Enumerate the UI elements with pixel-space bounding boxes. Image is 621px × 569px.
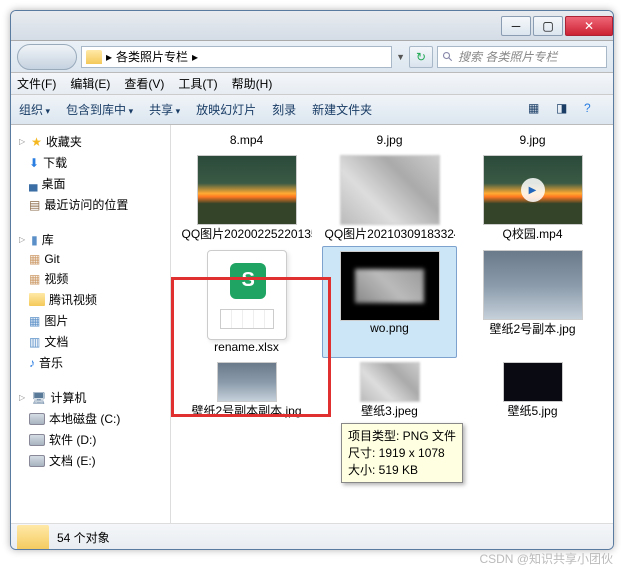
history-dropdown[interactable]: ▼ (396, 52, 405, 62)
sidebar-item-downloads[interactable]: ⬇下载 (11, 152, 170, 173)
sidebar-item-documents[interactable]: ▥文档 (11, 331, 170, 352)
file-item[interactable]: 壁纸2号副本.jpg (465, 246, 600, 358)
share-button[interactable]: 共享 (149, 101, 180, 118)
menubar: 文件(F) 编辑(E) 查看(V) 工具(T) 帮助(H) (11, 73, 613, 95)
organize-button[interactable]: 组织 (19, 101, 50, 118)
file-item[interactable]: 壁纸2号副本副本.jpg (179, 358, 314, 423)
sidebar-computer[interactable]: 🖥计算机 (11, 387, 170, 408)
thumbnail (340, 251, 440, 321)
sidebar: ★收藏夹 ⬇下载 ▄桌面 ▤最近访问的位置 ▮库 ▦Git ▦视频 腾讯视频 ▦… (11, 125, 171, 523)
tooltip-type: 项目类型: PNG 文件 (348, 428, 456, 445)
file-item[interactable]: 壁纸3.jpeg (322, 358, 457, 423)
menu-help[interactable]: 帮助(H) (232, 75, 273, 92)
drive-icon (29, 434, 45, 446)
file-item-wo-png[interactable]: wo.png (322, 246, 457, 358)
slideshow-button[interactable]: 放映幻灯片 (196, 101, 256, 118)
sidebar-libraries[interactable]: ▮库 (11, 229, 170, 250)
menu-view[interactable]: 查看(V) (124, 75, 164, 92)
file-item[interactable]: 8.mp4 (179, 129, 314, 151)
video-icon: ▦ (29, 272, 40, 286)
tooltip-size: 大小: 519 KB (348, 462, 456, 479)
breadcrumb-sep: ▸ (106, 50, 112, 64)
refresh-button[interactable]: ↻ (409, 46, 433, 68)
search-icon (442, 51, 454, 63)
thumbnail (197, 155, 297, 225)
file-item[interactable]: 9.jpg (322, 129, 457, 151)
minimize-button[interactable]: ─ (501, 16, 531, 36)
new-folder-button[interactable]: 新建文件夹 (312, 101, 372, 118)
file-item[interactable]: Q校园.mp4 (465, 151, 600, 246)
download-icon: ⬇ (29, 156, 39, 170)
include-button[interactable]: 包含到库中 (66, 101, 133, 118)
star-icon: ★ (31, 135, 42, 149)
thumbnail (503, 362, 563, 402)
file-item[interactable]: QQ图片20200225220135.jpg (179, 151, 314, 246)
sidebar-drive-c[interactable]: 本地磁盘 (C:) (11, 408, 170, 429)
menu-edit[interactable]: 编辑(E) (70, 75, 110, 92)
drive-icon (29, 413, 45, 425)
folder-icon (29, 293, 45, 306)
thumbnail (360, 362, 420, 402)
sidebar-item-recent[interactable]: ▤最近访问的位置 (11, 194, 170, 215)
menu-file[interactable]: 文件(F) (17, 75, 56, 92)
titlebar[interactable]: ─ ▢ ✕ (11, 11, 613, 41)
tooltip-dimensions: 尺寸: 1919 x 1078 (348, 445, 456, 462)
status-bar: 54 个对象 (11, 523, 613, 550)
documents-icon: ▥ (29, 335, 40, 349)
sidebar-item-music[interactable]: ♪音乐 (11, 352, 170, 373)
nav-back-forward[interactable] (17, 44, 77, 70)
menu-tools[interactable]: 工具(T) (178, 75, 217, 92)
search-placeholder: 搜索 各类照片专栏 (458, 48, 557, 65)
thumbnail (483, 250, 583, 320)
address-bar: ▸ 各类照片专栏 ▸ ▼ ↻ 搜索 各类照片专栏 (11, 41, 613, 73)
breadcrumb[interactable]: ▸ 各类照片专栏 ▸ (81, 46, 392, 68)
file-pane[interactable]: 8.mp4 9.jpg 9.jpg QQ图片20200225220135.jpg… (171, 125, 613, 523)
file-item[interactable]: QQ图片20210309183324.jpg (322, 151, 457, 246)
toolbar: 组织 包含到库中 共享 放映幻灯片 刻录 新建文件夹 ▦ ◨ ? (11, 95, 613, 125)
sidebar-item-pictures[interactable]: ▦图片 (11, 310, 170, 331)
sidebar-item-videos[interactable]: ▦视频 (11, 268, 170, 289)
thumbnail (217, 362, 277, 402)
sidebar-favorites[interactable]: ★收藏夹 (11, 131, 170, 152)
pictures-icon: ▦ (29, 314, 40, 328)
library-icon: ▮ (31, 233, 38, 247)
close-button[interactable]: ✕ (565, 16, 613, 36)
recent-icon: ▤ (29, 198, 40, 212)
file-item-rename-xlsx[interactable]: rename.xlsx (179, 246, 314, 358)
burn-button[interactable]: 刻录 (272, 101, 296, 118)
xlsx-icon (207, 250, 287, 340)
breadcrumb-folder[interactable]: 各类照片专栏 (116, 48, 188, 65)
breadcrumb-sep: ▸ (192, 50, 198, 64)
folder-icon (86, 50, 102, 64)
sidebar-item-git[interactable]: ▦Git (11, 250, 170, 268)
help-icon[interactable]: ? (583, 100, 605, 120)
music-icon: ♪ (29, 356, 35, 370)
content-area: ★收藏夹 ⬇下载 ▄桌面 ▤最近访问的位置 ▮库 ▦Git ▦视频 腾讯视频 ▦… (11, 125, 613, 523)
view-options-icon[interactable]: ▦ (527, 100, 549, 120)
computer-icon: 🖥 (31, 391, 46, 405)
watermark: CSDN @知识共享小团伙 (479, 550, 613, 567)
file-item[interactable]: 壁纸5.jpg (465, 358, 600, 423)
play-icon (521, 178, 545, 202)
status-count: 54 个对象 (57, 529, 110, 546)
thumbnail (340, 155, 440, 225)
sidebar-drive-d[interactable]: 软件 (D:) (11, 429, 170, 450)
maximize-button[interactable]: ▢ (533, 16, 563, 36)
sidebar-item-tencent[interactable]: 腾讯视频 (11, 289, 170, 310)
git-icon: ▦ (29, 252, 40, 266)
explorer-window: ─ ▢ ✕ ▸ 各类照片专栏 ▸ ▼ ↻ 搜索 各类照片专栏 文件(F) 编辑(… (10, 10, 614, 550)
window-controls: ─ ▢ ✕ (499, 16, 613, 36)
preview-pane-icon[interactable]: ◨ (555, 100, 577, 120)
tooltip: 项目类型: PNG 文件 尺寸: 1919 x 1078 大小: 519 KB (341, 423, 463, 483)
sidebar-item-desktop[interactable]: ▄桌面 (11, 173, 170, 194)
search-input[interactable]: 搜索 各类照片专栏 (437, 46, 607, 68)
thumbnail (483, 155, 583, 225)
drive-icon (29, 455, 45, 467)
sidebar-drive-e[interactable]: 文档 (E:) (11, 450, 170, 471)
folder-icon (17, 525, 49, 551)
file-item[interactable]: 9.jpg (465, 129, 600, 151)
desktop-icon: ▄ (29, 177, 38, 191)
